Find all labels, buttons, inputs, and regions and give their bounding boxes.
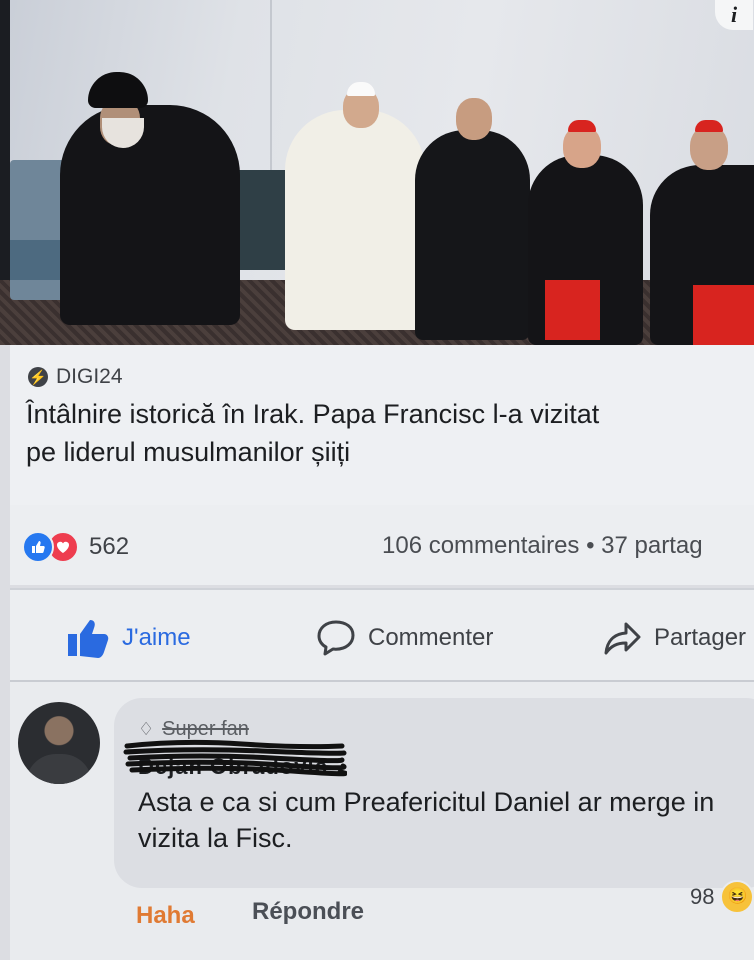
post-stats: 562 106 commentaires • 37 partag [10, 505, 754, 585]
like-reaction-icon [22, 531, 54, 563]
comments-shares-count[interactable]: 106 commentaires • 37 partag [382, 532, 703, 560]
comment-button[interactable]: Commenter [316, 618, 493, 658]
comment-reaction-count[interactable]: 98 😆 [690, 880, 754, 914]
reply-button[interactable]: Répondre [252, 898, 364, 926]
like-label: J'aime [122, 624, 191, 651]
post-photo[interactable] [0, 0, 754, 345]
haha-reaction-button[interactable]: Haha [136, 902, 195, 930]
info-icon[interactable]: i [715, 0, 753, 30]
preview-source: ⚡ DIGI24 [28, 365, 123, 389]
laughing-emoji-icon: 😆 [720, 880, 754, 914]
share-arrow-icon [604, 622, 641, 655]
like-button[interactable]: J'aime [66, 618, 191, 658]
redaction-scribble [123, 739, 347, 777]
diamond-icon: ♢ [138, 719, 155, 739]
post-actions: J'aime Commenter Partager [10, 590, 754, 680]
comment-reaction-number: 98 [690, 884, 715, 909]
share-label: Partager [654, 624, 747, 651]
comment-text: Asta e ca si cum Preafericitul Daniel ar… [138, 787, 715, 853]
headline-line-1: Întâlnire istorică în Irak. Papa Francis… [26, 399, 600, 429]
speech-bubble-icon [317, 620, 355, 656]
bolt-icon: ⚡ [28, 367, 48, 387]
source-label: DIGI24 [56, 365, 123, 388]
reaction-summary[interactable]: 562 [22, 531, 129, 563]
headline-line-2: pe liderul musulmanilor șiiți [26, 437, 351, 467]
link-preview[interactable]: ⚡ DIGI24 Întâlnire istorică în Irak. Pap… [10, 345, 754, 505]
comment-label: Commenter [368, 624, 494, 651]
thumbs-up-icon [68, 620, 109, 658]
reaction-count: 562 [89, 533, 130, 560]
preview-headline[interactable]: Întâlnire istorică în Irak. Papa Francis… [26, 395, 754, 471]
avatar[interactable] [18, 702, 100, 784]
share-button[interactable]: Partager [602, 618, 746, 658]
